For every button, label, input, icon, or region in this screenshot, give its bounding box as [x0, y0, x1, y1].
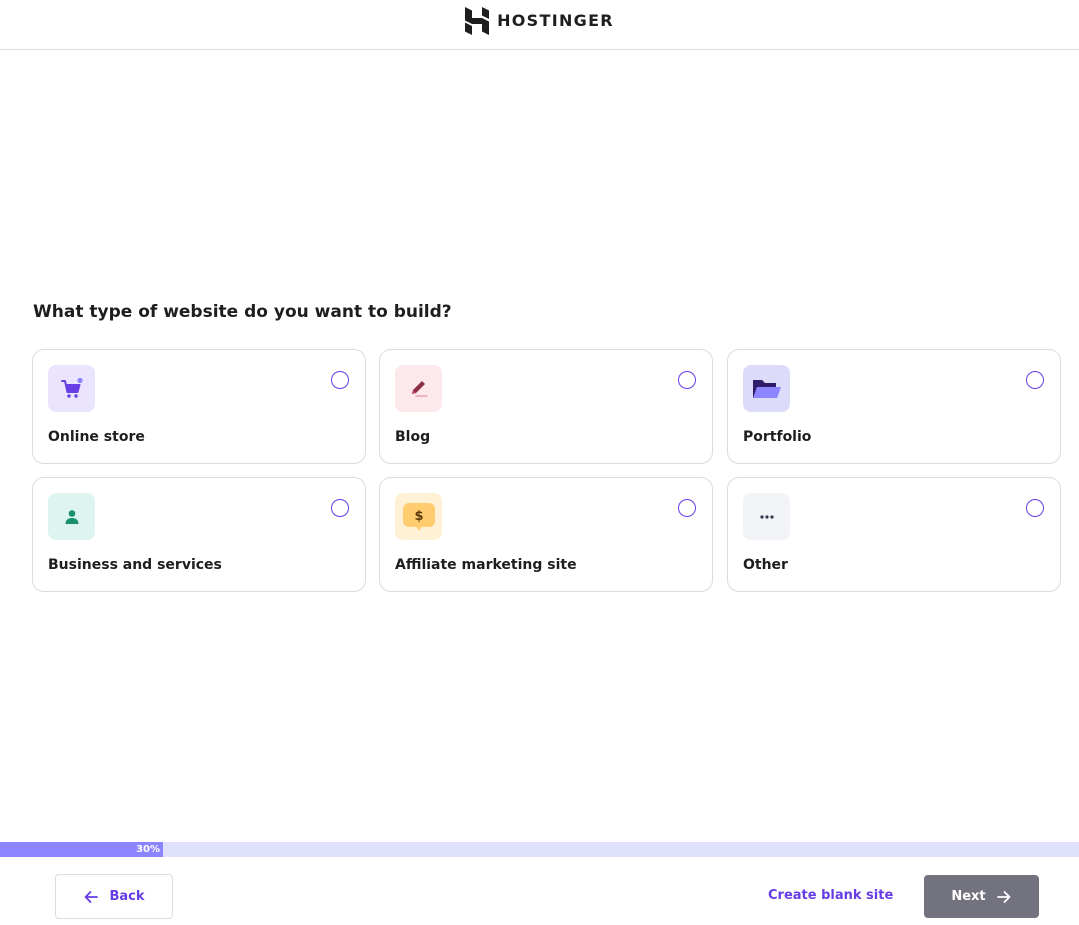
option-label: Blog — [395, 429, 431, 445]
option-radio[interactable] — [678, 371, 696, 389]
brand-name: HOSTINGER — [497, 11, 614, 30]
option-label: Affiliate marketing site — [395, 557, 577, 573]
option-label: Other — [743, 557, 788, 573]
arrow-right-icon — [996, 890, 1011, 903]
page-question: What type of website do you want to buil… — [33, 302, 452, 322]
hostinger-logo-icon — [465, 6, 490, 35]
top-header: HOSTINGER — [0, 0, 1079, 50]
option-label: Business and services — [48, 557, 222, 573]
dollar-bubble-icon: $ — [402, 502, 435, 531]
next-button-label: Next — [951, 889, 986, 904]
option-radio[interactable] — [331, 499, 349, 517]
option-card-business-services[interactable]: Business and services — [32, 477, 366, 592]
progress-bar: 30% — [0, 842, 1079, 857]
create-blank-site-link[interactable]: Create blank site — [768, 888, 893, 903]
progress-bar-fill: 30% — [0, 842, 163, 857]
option-radio[interactable] — [678, 499, 696, 517]
back-button[interactable]: Back — [55, 874, 173, 919]
option-radio[interactable] — [1026, 371, 1044, 389]
option-label: Online store — [48, 429, 145, 445]
more-dots-icon — [759, 514, 774, 519]
pen-icon — [411, 380, 428, 397]
option-icon-box — [48, 365, 95, 412]
cart-icon — [60, 377, 83, 398]
progress-percent: 30% — [136, 844, 160, 855]
option-radio[interactable] — [1026, 499, 1044, 517]
folder-icon — [752, 379, 781, 398]
option-icon-box — [395, 365, 442, 412]
option-card-blog[interactable]: Blog — [379, 349, 713, 464]
option-label: Portfolio — [743, 429, 812, 445]
next-button[interactable]: Next — [924, 875, 1039, 918]
option-icon-box — [743, 365, 790, 412]
option-card-online-store[interactable]: Online store — [32, 349, 366, 464]
option-radio[interactable] — [331, 371, 349, 389]
person-icon — [65, 509, 78, 524]
option-icon-box: $ — [395, 493, 442, 540]
option-icon-box — [48, 493, 95, 540]
svg-text:$: $ — [414, 509, 423, 524]
option-card-other[interactable]: Other — [727, 477, 1061, 592]
hostinger-logo[interactable]: HOSTINGER — [465, 6, 614, 35]
option-card-portfolio[interactable]: Portfolio — [727, 349, 1061, 464]
arrow-left-icon — [85, 890, 99, 903]
back-button-label: Back — [109, 889, 145, 904]
option-card-affiliate-marketing[interactable]: $ Affiliate marketing site — [379, 477, 713, 592]
option-icon-box — [743, 493, 790, 540]
